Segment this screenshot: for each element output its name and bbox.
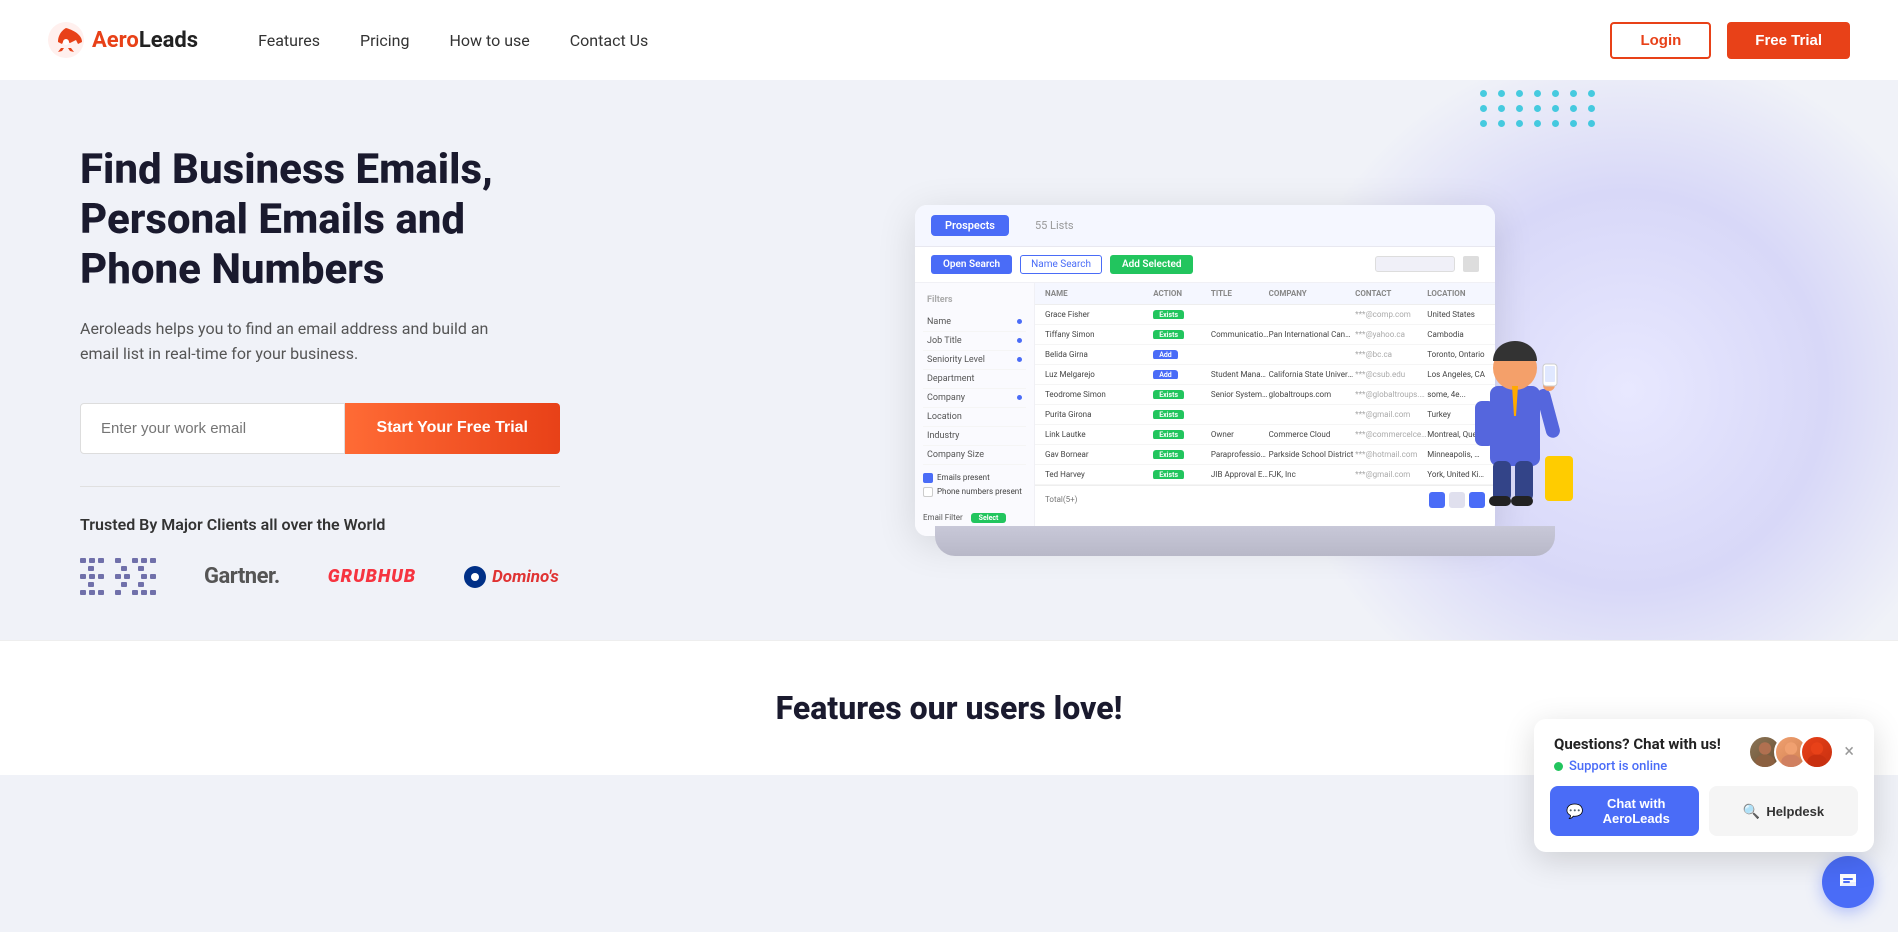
db-toolbar: Open Search Name Search Add Selected — [915, 247, 1495, 283]
chat-close-button[interactable]: × — [1844, 743, 1854, 761]
filter-dept: Department — [923, 370, 1026, 389]
logo[interactable]: AeroLeads — [48, 22, 198, 58]
filter-seniority: Seniority Level — [923, 351, 1026, 370]
helpdesk-button[interactable]: 🔍 Helpdesk — [1709, 786, 1858, 836]
filter-job-title: Job Title — [923, 332, 1026, 351]
person-illustration — [1455, 296, 1585, 506]
chat-widget: Questions? Chat with us! Support is onli… — [1534, 719, 1874, 852]
navbar: AeroLeads Features Pricing How to use Co… — [0, 0, 1898, 80]
start-trial-button[interactable]: Start Your Free Trial — [345, 403, 560, 454]
filter-company: Company — [923, 389, 1026, 408]
chat-float-button[interactable] — [1822, 856, 1874, 908]
ibm-logo — [80, 558, 156, 595]
db-table: Name Action Title Company Contact Locati… — [1035, 283, 1495, 536]
nav-links: Features Pricing How to use Contact Us — [258, 31, 1610, 50]
hero-dashboard: Prospects 55 Lists Open Search Name Sear… — [600, 205, 1850, 536]
table-row: Belida Girna Add ***@bc.ca Toronto, Onta… — [1035, 345, 1495, 365]
nav-how-to-use[interactable]: How to use — [450, 31, 530, 50]
db-add-selected-btn: Add Selected — [1110, 255, 1193, 274]
filter-company-size: Company Size — [923, 446, 1026, 465]
trusted-text: Trusted By Major Clients all over the Wo… — [80, 515, 560, 534]
db-filters-title: Filters — [923, 295, 1026, 305]
free-trial-nav-button[interactable]: Free Trial — [1727, 22, 1850, 59]
status-online-dot — [1554, 762, 1563, 771]
gartner-logo: Gartner. — [204, 564, 280, 589]
chat-status: Support is online — [1554, 759, 1721, 774]
hero-title: Find Business Emails, Personal Emails an… — [80, 145, 560, 296]
chat-action-buttons: 💬 Chat with AeroLeads 🔍 Helpdesk — [1534, 786, 1874, 852]
db-table-header: Name Action Title Company Contact Locati… — [1035, 283, 1495, 305]
chat-status-text: Support is online — [1569, 759, 1667, 774]
table-row: Link Lautke Exists Owner Commerce Cloud … — [1035, 425, 1495, 445]
table-row: Gav Bornear Exists Paraprofessional Park… — [1035, 445, 1495, 465]
chat-avatars — [1748, 735, 1834, 769]
db-body: Filters Name Job Title Seniority Level D… — [915, 283, 1495, 536]
grubhub-logo: GRUBHUB — [328, 566, 416, 587]
filter-location: Location — [923, 408, 1026, 427]
nav-actions: Login Free Trial — [1610, 22, 1850, 59]
nav-features[interactable]: Features — [258, 31, 320, 50]
hero-divider — [80, 486, 560, 488]
table-row: Luz Melgarejo Add Student Manager Of Mod… — [1035, 365, 1495, 385]
table-row: Purita Girona Exists ***@gmail.com Turke… — [1035, 405, 1495, 425]
login-button[interactable]: Login — [1610, 22, 1711, 59]
hero-section: Find Business Emails, Personal Emails an… — [0, 80, 1898, 640]
email-input[interactable] — [80, 403, 345, 454]
dominos-logo: Domino's — [464, 566, 559, 588]
db-tab-prospects: Prospects — [931, 215, 1009, 236]
rocket-icon — [48, 22, 84, 58]
db-filters: Filters Name Job Title Seniority Level D… — [915, 283, 1035, 536]
nav-pricing[interactable]: Pricing — [360, 31, 410, 50]
db-tab-lists: 55 Lists — [1021, 215, 1088, 236]
filter-industry: Industry — [923, 427, 1026, 446]
dashboard-wrapper: Prospects 55 Lists Open Search Name Sear… — [915, 205, 1535, 536]
table-row: Tiffany Simon Exists Communications Offi… — [1035, 325, 1495, 345]
message-icon — [1836, 870, 1860, 894]
db-open-search-btn: Open Search — [931, 255, 1012, 274]
filter-name: Name — [923, 313, 1026, 332]
dots-decoration — [1480, 90, 1598, 127]
chat-with-aeroleads-button[interactable]: 💬 Chat with AeroLeads — [1550, 786, 1699, 836]
table-row: Teodrome Simon Exists Senior Systems Adm… — [1035, 385, 1495, 405]
table-row: Ted Harvey Exists JIB Approval Electrici… — [1035, 465, 1495, 485]
db-tabs: Prospects 55 Lists — [915, 205, 1495, 247]
chat-header: Questions? Chat with us! Support is onli… — [1534, 719, 1874, 786]
hero-content: Find Business Emails, Personal Emails an… — [80, 145, 560, 596]
chat-avatar-3 — [1800, 735, 1834, 769]
db-name-search-btn: Name Search — [1020, 255, 1102, 274]
trusted-logos: Gartner. GRUBHUB Domino's — [80, 558, 560, 595]
hero-form: Start Your Free Trial — [80, 403, 560, 454]
table-row: Grace Fisher Exists ***@comp.com United … — [1035, 305, 1495, 325]
nav-contact[interactable]: Contact Us — [570, 31, 649, 50]
hero-subtitle: Aeroleads helps you to find an email add… — [80, 316, 500, 367]
chat-icon: 💬 — [1566, 803, 1583, 820]
chat-heading: Questions? Chat with us! — [1554, 735, 1721, 753]
search-icon: 🔍 — [1743, 803, 1760, 820]
dashboard-card: Prospects 55 Lists Open Search Name Sear… — [915, 205, 1495, 536]
